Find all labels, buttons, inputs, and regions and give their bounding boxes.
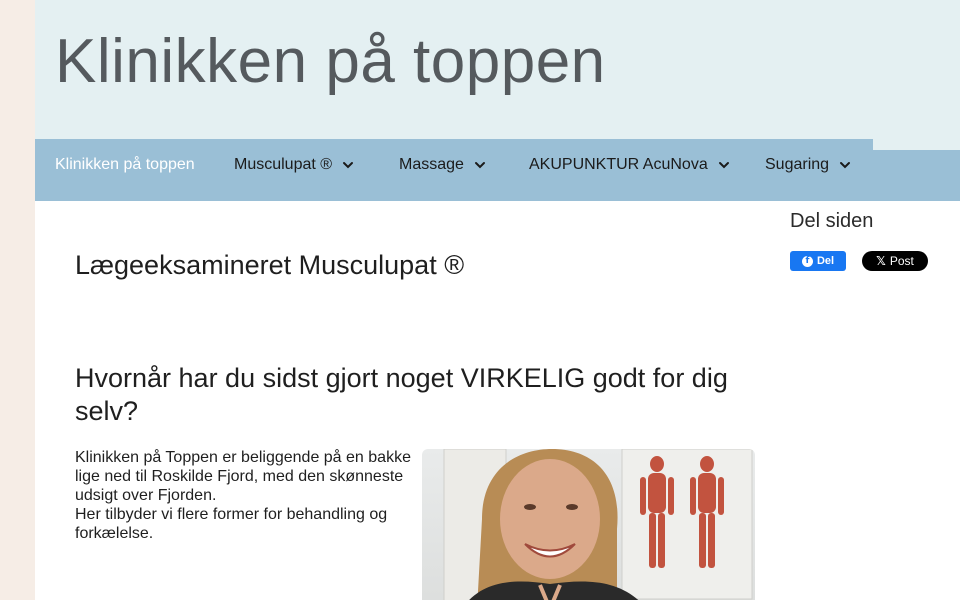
- therapist-photo: [422, 449, 755, 600]
- intro-text: Klinikken på Toppen er beliggende på en …: [75, 448, 415, 543]
- page-title: Lægeeksamineret Musculupat ®: [75, 250, 465, 280]
- intro-paragraph: Her tilbyder vi flere former for behandl…: [75, 506, 388, 542]
- nav-item-label: Klinikken på toppen: [55, 156, 195, 173]
- section-heading: Hvornår har du sidst gjort noget VIRKELI…: [75, 363, 728, 426]
- site-title[interactable]: Klinikken på toppen: [55, 26, 606, 97]
- nav-item-label: Massage: [399, 156, 464, 173]
- facebook-icon: f: [801, 255, 813, 267]
- x-post-button[interactable]: 𝕏 Post: [862, 251, 928, 271]
- share-title: Del siden: [790, 210, 874, 232]
- nav-item-home[interactable]: Klinikken på toppen: [55, 139, 195, 190]
- chevron-down-icon: [839, 159, 851, 171]
- site-header: Klinikken på toppen: [35, 0, 960, 150]
- nav-item-label: Musculupat ®: [234, 156, 333, 173]
- sidebar: Del siden f Del 𝕏 Post: [790, 210, 960, 271]
- nav-item-label: AKUPUNKTUR AcuNova: [529, 156, 708, 173]
- x-icon: 𝕏: [876, 254, 886, 268]
- chevron-down-icon: [718, 159, 730, 171]
- therapist-photo-illustration: [443, 449, 753, 600]
- nav-item-akupunktur[interactable]: AKUPUNKTUR AcuNova: [529, 139, 730, 190]
- nav-item-massage[interactable]: Massage: [399, 139, 486, 190]
- site-container: Klinikken på toppen Klinikken på toppen …: [35, 0, 960, 600]
- intro-paragraph: Klinikken på Toppen er beliggende på en …: [75, 449, 411, 504]
- x-post-label: Post: [889, 254, 914, 268]
- nav-item-label: Sugaring: [765, 156, 830, 173]
- facebook-share-button[interactable]: f Del: [790, 251, 846, 271]
- chevron-down-icon: [342, 159, 354, 171]
- nav-item-sugaring[interactable]: Sugaring: [765, 139, 851, 190]
- navigation-extension: [873, 150, 960, 201]
- facebook-share-label: Del: [816, 255, 835, 267]
- nav-item-musculupat[interactable]: Musculupat ®: [234, 139, 354, 190]
- chevron-down-icon: [474, 159, 486, 171]
